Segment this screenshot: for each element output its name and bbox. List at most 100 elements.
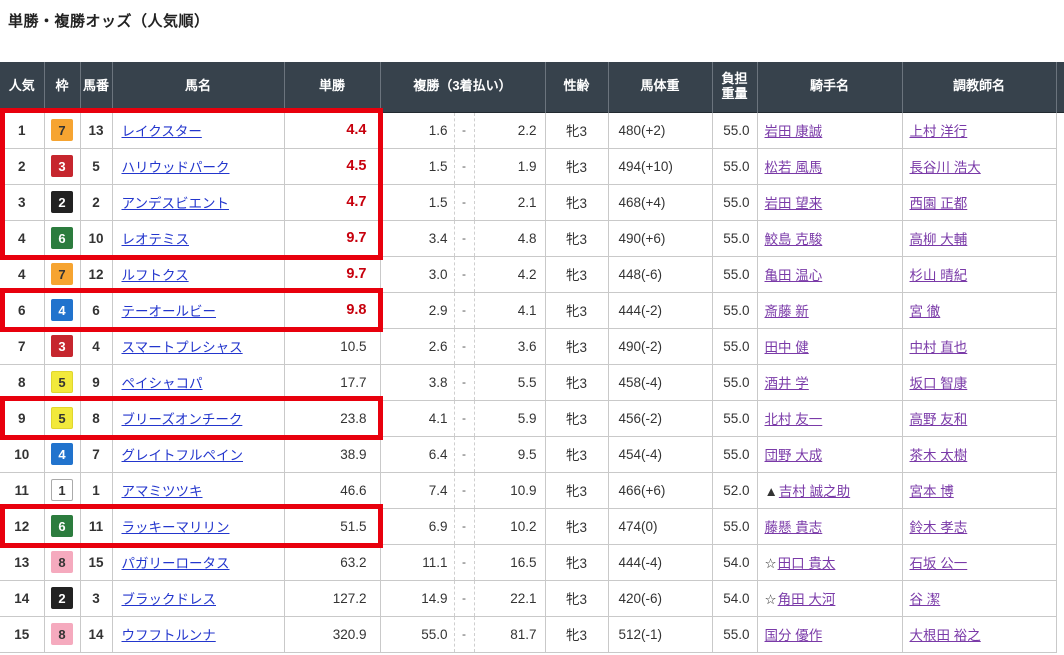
jockey-link[interactable]: 岩田 望来: [765, 196, 823, 211]
table-row: 734スマートプレシャス10.52.6-3.6牝3490(-2)55.0田中 健…: [0, 328, 1064, 364]
trainer-cell: 宮本 博: [902, 472, 1056, 508]
row-filler: [1056, 544, 1064, 580]
horse-name-link[interactable]: グレイトフルペイン: [122, 448, 244, 463]
rank-cell: 6: [0, 292, 44, 328]
jockey-link[interactable]: 北村 友一: [765, 412, 823, 427]
table-row: 1713レイクスター4.41.6-2.2牝3480(+2)55.0岩田 康誠上村…: [0, 112, 1064, 148]
rank-cell: 14: [0, 580, 44, 616]
jockey-link[interactable]: 松若 風馬: [765, 160, 823, 175]
horse-weight-cell: 490(-2): [608, 328, 712, 364]
horse-name-link[interactable]: ブリーズオンチーク: [122, 412, 243, 427]
horse-weight-cell: 490(+6): [608, 220, 712, 256]
trainer-link[interactable]: 大根田 裕之: [910, 628, 981, 643]
odds-table: 人気 枠 馬番 馬名 単勝 複勝（3着払い） 性齢 馬体重 負担重量 騎手名 調…: [0, 62, 1064, 653]
rank-cell: 10: [0, 436, 44, 472]
table-row: 322アンデスビエント4.71.5-2.1牝3468(+4)55.0岩田 望来西…: [0, 184, 1064, 220]
jockey-link[interactable]: 酒井 学: [765, 376, 809, 391]
sex-age-cell: 牝3: [545, 544, 608, 580]
jockey-link[interactable]: 吉村 誠之助: [779, 484, 850, 499]
horse-name-link[interactable]: ブラックドレス: [122, 592, 217, 607]
horse-name-link[interactable]: ウフフトルンナ: [122, 628, 216, 643]
horse-name-link[interactable]: ペイシャコパ: [122, 376, 203, 391]
horse-name-link[interactable]: テーオールビー: [122, 304, 217, 319]
row-filler: [1056, 184, 1064, 220]
header-rank: 人気: [0, 62, 44, 112]
frame-cell: 8: [44, 544, 80, 580]
jockey-cell: 岩田 康誠: [757, 112, 902, 148]
place-odds-high-cell: 10.2: [474, 508, 545, 544]
trainer-cell: 宮 徹: [902, 292, 1056, 328]
horse-weight-cell: 458(-4): [608, 364, 712, 400]
rank-cell: 15: [0, 616, 44, 652]
win-odds-cell: 23.8: [284, 400, 380, 436]
place-odds-high-cell: 81.7: [474, 616, 545, 652]
horse-name-link[interactable]: アンデスビエント: [122, 196, 229, 211]
jockey-link[interactable]: 藤懸 貴志: [765, 520, 823, 535]
header-jockey: 騎手名: [757, 62, 902, 112]
trainer-cell: 坂口 智康: [902, 364, 1056, 400]
jockey-link[interactable]: 国分 優作: [765, 628, 823, 643]
trainer-link[interactable]: 石坂 公一: [910, 556, 968, 571]
jockey-link[interactable]: 団野 大成: [765, 448, 823, 463]
jockey-link[interactable]: 田中 健: [765, 340, 809, 355]
place-odds-low-cell: 2.9: [380, 292, 454, 328]
horse-name-link[interactable]: アマミツツキ: [122, 484, 203, 499]
trainer-link[interactable]: 坂口 智康: [910, 376, 968, 391]
jockey-cell: 鮫島 克駿: [757, 220, 902, 256]
place-odds-low-cell: 14.9: [380, 580, 454, 616]
trainer-link[interactable]: 鈴木 孝志: [910, 520, 968, 535]
horse-name-link[interactable]: ルフトクス: [122, 268, 189, 283]
horse-name-cell: ウフフトルンナ: [112, 616, 284, 652]
horse-no-cell: 9: [80, 364, 112, 400]
trainer-link[interactable]: 高柳 大輔: [910, 232, 968, 247]
horse-name-link[interactable]: レイクスター: [122, 124, 202, 139]
trainer-link[interactable]: 上村 洋行: [910, 124, 968, 139]
jockey-link[interactable]: 亀田 温心: [765, 268, 823, 283]
trainer-link[interactable]: 谷 潔: [910, 592, 941, 607]
horse-name-link[interactable]: レオテミス: [122, 232, 190, 247]
trainer-link[interactable]: 中村 直也: [910, 340, 968, 355]
frame-number-badge: 8: [51, 623, 73, 645]
horse-weight-cell: 456(-2): [608, 400, 712, 436]
jockey-link[interactable]: 角田 大河: [778, 592, 836, 607]
header-horse-name: 馬名: [112, 62, 284, 112]
place-odds-high-cell: 2.2: [474, 112, 545, 148]
horse-weight-cell: 444(-4): [608, 544, 712, 580]
horse-name-link[interactable]: パガリーロータス: [122, 556, 230, 571]
frame-cell: 2: [44, 184, 80, 220]
jockey-link[interactable]: 鮫島 克駿: [765, 232, 823, 247]
rank-cell: 7: [0, 328, 44, 364]
trainer-link[interactable]: 高野 友和: [910, 412, 968, 427]
place-odds-high-cell: 3.6: [474, 328, 545, 364]
trainer-link[interactable]: 長谷川 浩大: [910, 160, 981, 175]
trainer-link[interactable]: 宮本 博: [910, 484, 954, 499]
row-filler: [1056, 148, 1064, 184]
jockey-cell: ▲吉村 誠之助: [757, 472, 902, 508]
place-odds-low-cell: 7.4: [380, 472, 454, 508]
win-odds-cell: 4.4: [284, 112, 380, 148]
jockey-link[interactable]: 斎藤 新: [765, 304, 809, 319]
jockey-cell: 酒井 学: [757, 364, 902, 400]
horse-name-cell: アマミツツキ: [112, 472, 284, 508]
jockey-cell: 岩田 望来: [757, 184, 902, 220]
sex-age-cell: 牝3: [545, 292, 608, 328]
header-win: 単勝: [284, 62, 380, 112]
trainer-link[interactable]: 茶木 太樹: [910, 448, 968, 463]
place-odds-high-cell: 16.5: [474, 544, 545, 580]
horse-name-link[interactable]: スマートプレシャス: [122, 340, 243, 355]
rank-cell: 1: [0, 112, 44, 148]
horse-no-cell: 2: [80, 184, 112, 220]
horse-name-cell: ラッキーマリリン: [112, 508, 284, 544]
horse-name-link[interactable]: ハリウッドパーク: [122, 160, 230, 175]
horse-no-cell: 11: [80, 508, 112, 544]
jockey-link[interactable]: 田口 貴太: [778, 556, 836, 571]
win-odds-cell: 10.5: [284, 328, 380, 364]
frame-cell: 1: [44, 472, 80, 508]
load-weight-cell: 55.0: [712, 112, 757, 148]
trainer-link[interactable]: 宮 徹: [910, 304, 941, 319]
header-frame: 枠: [44, 62, 80, 112]
trainer-link[interactable]: 杉山 晴紀: [910, 268, 968, 283]
jockey-link[interactable]: 岩田 康誠: [765, 124, 823, 139]
horse-name-link[interactable]: ラッキーマリリン: [122, 520, 230, 535]
trainer-link[interactable]: 西園 正都: [910, 196, 968, 211]
